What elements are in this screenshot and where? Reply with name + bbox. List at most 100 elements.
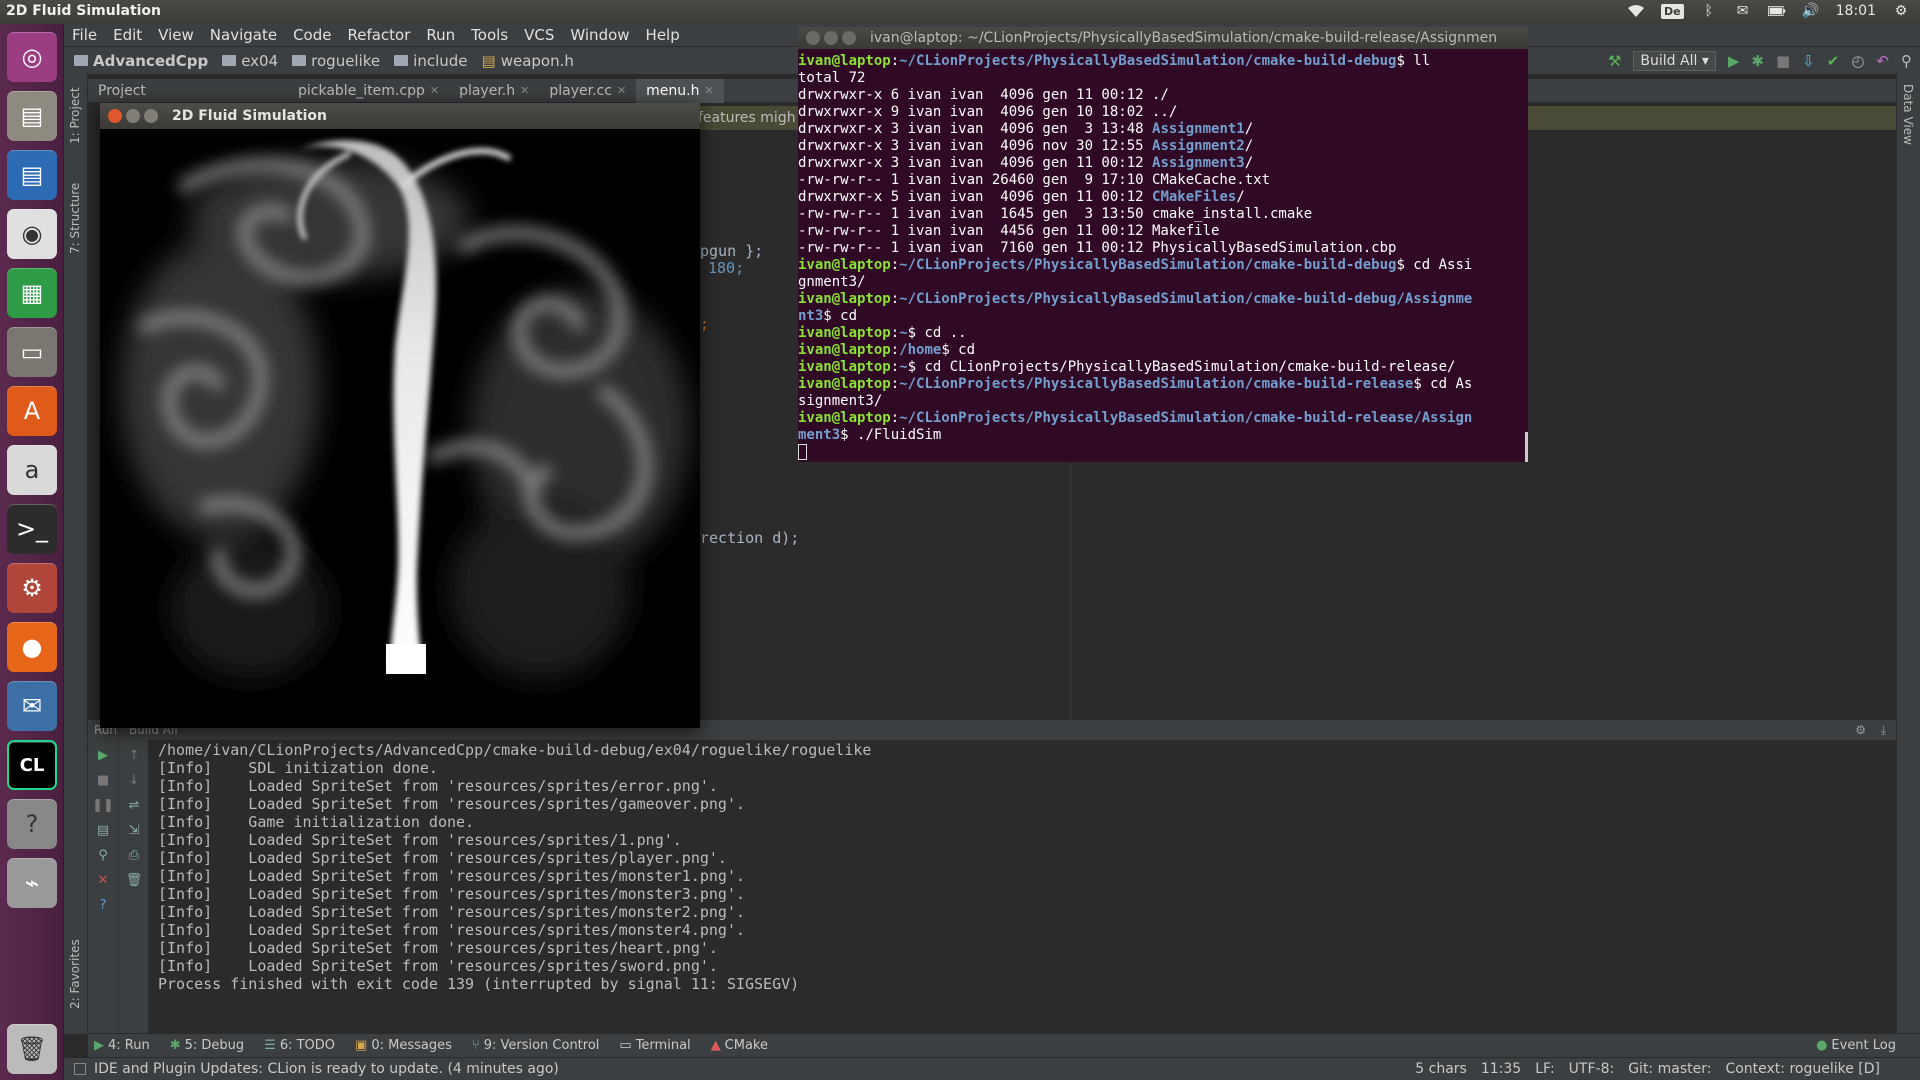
battery-icon[interactable] <box>1767 2 1786 20</box>
fluid-sim-canvas[interactable] <box>100 129 700 728</box>
scroll-to-end-icon[interactable]: ⇲ <box>127 823 141 838</box>
vcs-commit-icon[interactable]: ✔ <box>1827 52 1840 70</box>
tool-cmake[interactable]: ▲ CMake <box>711 1038 768 1053</box>
calc-app-icon[interactable]: ▦ <box>7 268 57 318</box>
status-message[interactable]: IDE and Plugin Updates: CLion is ready t… <box>94 1061 559 1077</box>
help-icon[interactable]: ? <box>96 898 110 913</box>
vcs-update-icon[interactable]: ⇩ <box>1802 52 1815 70</box>
clion-app-icon[interactable]: CL <box>7 740 57 790</box>
tab-project-tool[interactable]: 1: Project <box>68 87 82 144</box>
file-encoding[interactable]: UTF-8: <box>1569 1061 1615 1077</box>
line-separator[interactable]: LF: <box>1535 1061 1554 1077</box>
tool-run[interactable]: ▶ 4: Run <box>94 1038 150 1053</box>
usb-app-icon[interactable]: ⌁ <box>7 858 57 908</box>
hide-panel-icon[interactable]: ⤓ <box>1881 720 1886 740</box>
volume-icon[interactable]: 🔊 <box>1802 2 1820 20</box>
archive-app-icon[interactable]: ▭ <box>7 327 57 377</box>
tool-event-log[interactable]: ● Event Log <box>1816 1038 1896 1053</box>
thunderbird-app-icon[interactable]: ✉ <box>7 681 57 731</box>
menu-file[interactable]: File <box>72 26 97 44</box>
terminal-output[interactable]: ivan@laptop:~/CLionProjects/PhysicallyBa… <box>798 49 1528 462</box>
help-app-icon[interactable]: ? <box>7 799 57 849</box>
files-app-icon[interactable]: ▤ <box>7 91 57 141</box>
run-console-output[interactable]: /home/ivan/CLionProjects/AdvancedCpp/cma… <box>158 741 1878 1031</box>
menu-view[interactable]: View <box>158 26 194 44</box>
tab-pickable-item[interactable]: pickable_item.cpp ✕ <box>288 79 449 103</box>
clock[interactable]: 18:01 <box>1836 3 1876 19</box>
close-icon[interactable]: ✕ <box>96 873 110 888</box>
terminal-app-icon[interactable]: >_ <box>7 504 57 554</box>
close-window-button[interactable] <box>108 109 122 123</box>
bluetooth-icon[interactable]: ᛒ <box>1700 2 1718 20</box>
tab-favorites-tool[interactable]: 2: Favorites <box>68 939 82 1009</box>
arrow-down-icon[interactable]: ↓ <box>127 773 141 788</box>
build-icon[interactable]: ⚒ <box>1608 52 1621 70</box>
software-center-app-icon[interactable]: A <box>7 386 57 436</box>
run-icon[interactable]: ▶ <box>1728 52 1740 70</box>
pin-icon[interactable]: ⚲ <box>96 848 110 863</box>
tool-version-control[interactable]: ⑂ 9: Version Control <box>472 1038 600 1053</box>
menu-code[interactable]: Code <box>293 26 331 44</box>
settings-icon[interactable]: ⚙ <box>1855 720 1866 740</box>
menu-tools[interactable]: Tools <box>471 26 508 44</box>
writer-app-icon[interactable]: ▤ <box>7 150 57 200</box>
minimize-window-button[interactable] <box>824 31 838 45</box>
resolve-context[interactable]: Context: roguelike [D] <box>1725 1061 1880 1077</box>
close-icon[interactable]: ✕ <box>430 84 439 97</box>
tool-todo[interactable]: ☰ 6: TODO <box>264 1038 335 1053</box>
stop-icon[interactable]: ■ <box>1776 52 1790 70</box>
menu-window[interactable]: Window <box>570 26 629 44</box>
run-config-select[interactable]: Build All ▾ <box>1633 51 1716 71</box>
breadcrumb-roguelike[interactable]: roguelike <box>292 52 380 70</box>
tool-messages[interactable]: ▣ 0: Messages <box>355 1038 452 1053</box>
trash-icon[interactable]: 🗑 <box>126 873 143 888</box>
tool-debug[interactable]: ✱ 5: Debug <box>170 1038 244 1053</box>
debug-icon[interactable]: ✱ <box>1751 52 1764 70</box>
tab-menu-h[interactable]: menu.h ✕ <box>636 78 724 103</box>
project-panel-header[interactable]: Project <box>88 79 288 103</box>
breadcrumb-project[interactable]: AdvancedCpp <box>74 52 208 70</box>
mail-icon[interactable]: ✉ <box>1734 2 1752 20</box>
revert-icon[interactable]: ↶ <box>1876 52 1889 70</box>
menu-edit[interactable]: Edit <box>113 26 142 44</box>
menu-help[interactable]: Help <box>646 26 680 44</box>
terminal-titlebar[interactable]: ivan@laptop: ~/CLionProjects/PhysicallyB… <box>798 27 1528 49</box>
close-window-button[interactable] <box>806 31 820 45</box>
menu-vcs[interactable]: VCS <box>524 26 554 44</box>
wifi-icon[interactable] <box>1627 2 1645 20</box>
close-icon[interactable]: ✕ <box>704 84 713 97</box>
menu-run[interactable]: Run <box>426 26 455 44</box>
print-icon[interactable]: ⎙ <box>127 848 141 863</box>
stop-icon[interactable]: ■ <box>96 773 110 788</box>
system-settings-app-icon[interactable]: ⚙ <box>7 563 57 613</box>
search-icon[interactable]: ⚲ <box>1901 52 1912 70</box>
soft-wrap-icon[interactable]: ⇌ <box>127 798 141 813</box>
close-icon[interactable]: ✕ <box>520 84 529 97</box>
tab-player-cc[interactable]: player.cc ✕ <box>539 79 636 103</box>
tab-player-h[interactable]: player.h ✕ <box>449 79 539 103</box>
breadcrumb-include[interactable]: include <box>394 52 468 70</box>
breadcrumb-file[interactable]: ▤ weapon.h <box>482 52 574 70</box>
arrow-up-icon[interactable]: ↑ <box>127 748 141 763</box>
maximize-window-button[interactable] <box>144 109 158 123</box>
fluid-sim-titlebar[interactable]: 2D Fluid Simulation <box>100 103 700 129</box>
toggle-tool-windows-icon[interactable] <box>74 1063 86 1075</box>
menu-navigate[interactable]: Navigate <box>210 26 277 44</box>
rerun-icon[interactable]: ▶ <box>96 748 110 763</box>
gear-icon[interactable]: ⚙ <box>1892 2 1910 20</box>
caret-position[interactable]: 11:35 <box>1481 1061 1521 1077</box>
terminal-scrollbar[interactable] <box>1525 432 1528 462</box>
tab-structure-tool[interactable]: 7: Structure <box>68 183 82 254</box>
minimize-window-button[interactable] <box>126 109 140 123</box>
git-branch[interactable]: Git: master: <box>1628 1061 1711 1077</box>
layout-icon[interactable]: ▤ <box>96 823 110 838</box>
menu-refactor[interactable]: Refactor <box>347 26 410 44</box>
vcs-history-icon[interactable]: ◴ <box>1851 52 1864 70</box>
firefox-app-icon[interactable]: ● <box>7 622 57 672</box>
breadcrumb-ex04[interactable]: ex04 <box>222 52 278 70</box>
amazon-app-icon[interactable]: a <box>7 445 57 495</box>
tool-terminal[interactable]: ▭ Terminal <box>619 1038 690 1053</box>
pause-icon[interactable]: ❚❚ <box>92 798 114 813</box>
tab-data-view[interactable]: Data View <box>1901 84 1915 145</box>
trash-app-icon[interactable]: 🗑 <box>7 1024 57 1074</box>
